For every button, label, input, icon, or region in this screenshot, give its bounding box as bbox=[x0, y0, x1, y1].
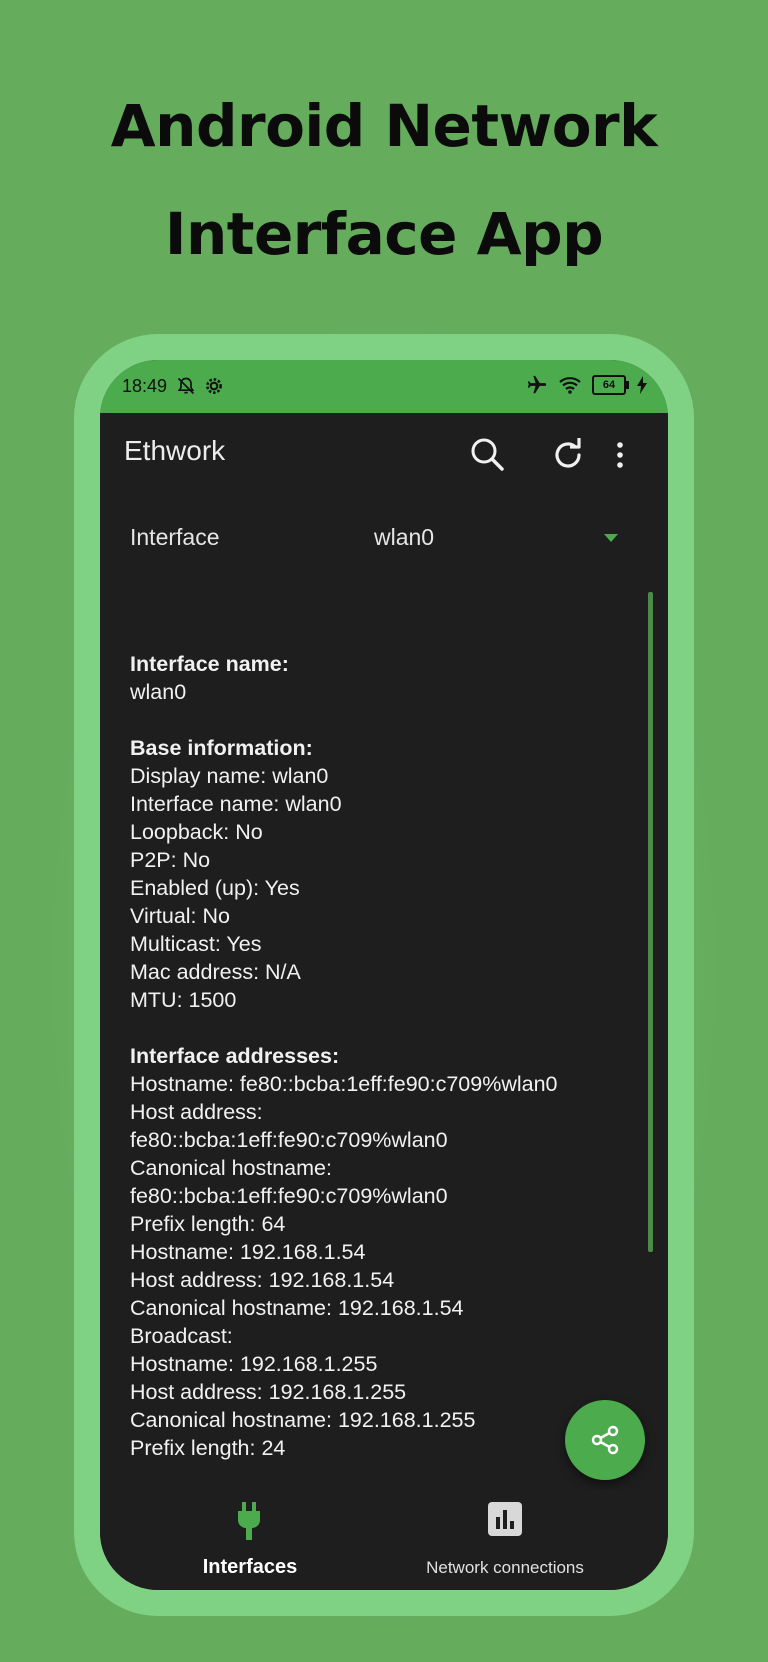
headline-line-2: Interface App bbox=[164, 200, 604, 268]
address-line: Broadcast: bbox=[130, 1324, 233, 1348]
status-time: 18:49 bbox=[122, 376, 168, 396]
app-bar: Ethwork bbox=[100, 413, 668, 493]
address-line: Prefix length: 64 bbox=[130, 1212, 286, 1236]
base-info-title: Base information: bbox=[130, 736, 313, 760]
dropdown-arrow-icon[interactable] bbox=[604, 534, 618, 542]
address-line: Canonical hostname: 192.168.1.54 bbox=[130, 1296, 464, 1320]
bottom-navigation: Interfaces Network connections bbox=[100, 1490, 668, 1590]
address-line: Canonical hostname: bbox=[130, 1156, 332, 1180]
nav-tab-network-connections[interactable]: Network connections bbox=[390, 1490, 620, 1590]
address-line: fe80::bcba:1eff:fe90:c709%wlan0 bbox=[130, 1184, 448, 1208]
base-info-line: Multicast: Yes bbox=[130, 932, 262, 956]
nav-tab-network-connections-label: Network connections bbox=[426, 1558, 584, 1577]
bell-off-icon bbox=[177, 377, 195, 395]
gear-icon bbox=[206, 378, 222, 394]
phone-screen: 18:49 64 Ethwork Interface wlan0 Interfa… bbox=[100, 360, 668, 1590]
headline: Android Network Interface App bbox=[0, 72, 768, 288]
base-info-line: Display name: wlan0 bbox=[130, 764, 329, 788]
status-bar: 18:49 64 bbox=[100, 360, 668, 413]
address-line: Prefix length: 24 bbox=[130, 1436, 286, 1460]
refresh-icon[interactable] bbox=[548, 435, 588, 475]
base-info-line: Virtual: No bbox=[130, 904, 230, 928]
address-line: Host address: 192.168.1.54 bbox=[130, 1268, 395, 1292]
headline-line-1: Android Network bbox=[110, 92, 658, 160]
interface-details: Interface name: wlan0 Base information: … bbox=[130, 650, 640, 1462]
base-info-line: Interface name: wlan0 bbox=[130, 792, 342, 816]
address-line: Hostname: 192.168.1.255 bbox=[130, 1352, 378, 1376]
bar-chart-icon bbox=[488, 1502, 522, 1536]
base-info-line: MTU: 1500 bbox=[130, 988, 237, 1012]
interface-name-value: wlan0 bbox=[130, 680, 187, 704]
address-line: Host address: 192.168.1.255 bbox=[130, 1380, 407, 1404]
wifi-icon bbox=[559, 377, 581, 394]
more-vertical-icon[interactable] bbox=[600, 435, 640, 475]
address-line: fe80::bcba:1eff:fe90:c709%wlan0 bbox=[130, 1128, 448, 1152]
share-icon bbox=[591, 1425, 619, 1455]
airplane-icon bbox=[527, 375, 547, 394]
search-icon[interactable] bbox=[468, 435, 508, 475]
base-info-line: P2P: No bbox=[130, 848, 211, 872]
share-button[interactable] bbox=[565, 1400, 645, 1480]
status-icons-right: 64 bbox=[526, 374, 648, 396]
interface-selector-value[interactable]: wlan0 bbox=[374, 524, 434, 551]
address-line: Host address: bbox=[130, 1100, 263, 1124]
interface-selector[interactable]: Interface wlan0 bbox=[100, 510, 668, 570]
address-line: Canonical hostname: 192.168.1.255 bbox=[130, 1408, 476, 1432]
app-title: Ethwork bbox=[124, 435, 226, 466]
plug-icon bbox=[238, 1502, 260, 1540]
nav-tab-interfaces[interactable]: Interfaces bbox=[160, 1490, 340, 1590]
base-info-line: Mac address: N/A bbox=[130, 960, 301, 984]
address-line: Hostname: 192.168.1.54 bbox=[130, 1240, 366, 1264]
base-info-line: Loopback: No bbox=[130, 820, 263, 844]
base-info-line: Enabled (up): Yes bbox=[130, 876, 300, 900]
scrollbar[interactable] bbox=[648, 592, 653, 1252]
status-icons-left bbox=[176, 376, 224, 396]
charging-icon bbox=[637, 376, 647, 394]
address-line: Hostname: fe80::bcba:1eff:fe90:c709%wlan… bbox=[130, 1072, 558, 1096]
interface-selector-label: Interface bbox=[130, 524, 220, 550]
interface-name-title: Interface name: bbox=[130, 652, 289, 676]
nav-tab-interfaces-label: Interfaces bbox=[202, 1556, 298, 1578]
battery-icon: 64 bbox=[592, 375, 629, 395]
addresses-title: Interface addresses: bbox=[130, 1044, 340, 1068]
